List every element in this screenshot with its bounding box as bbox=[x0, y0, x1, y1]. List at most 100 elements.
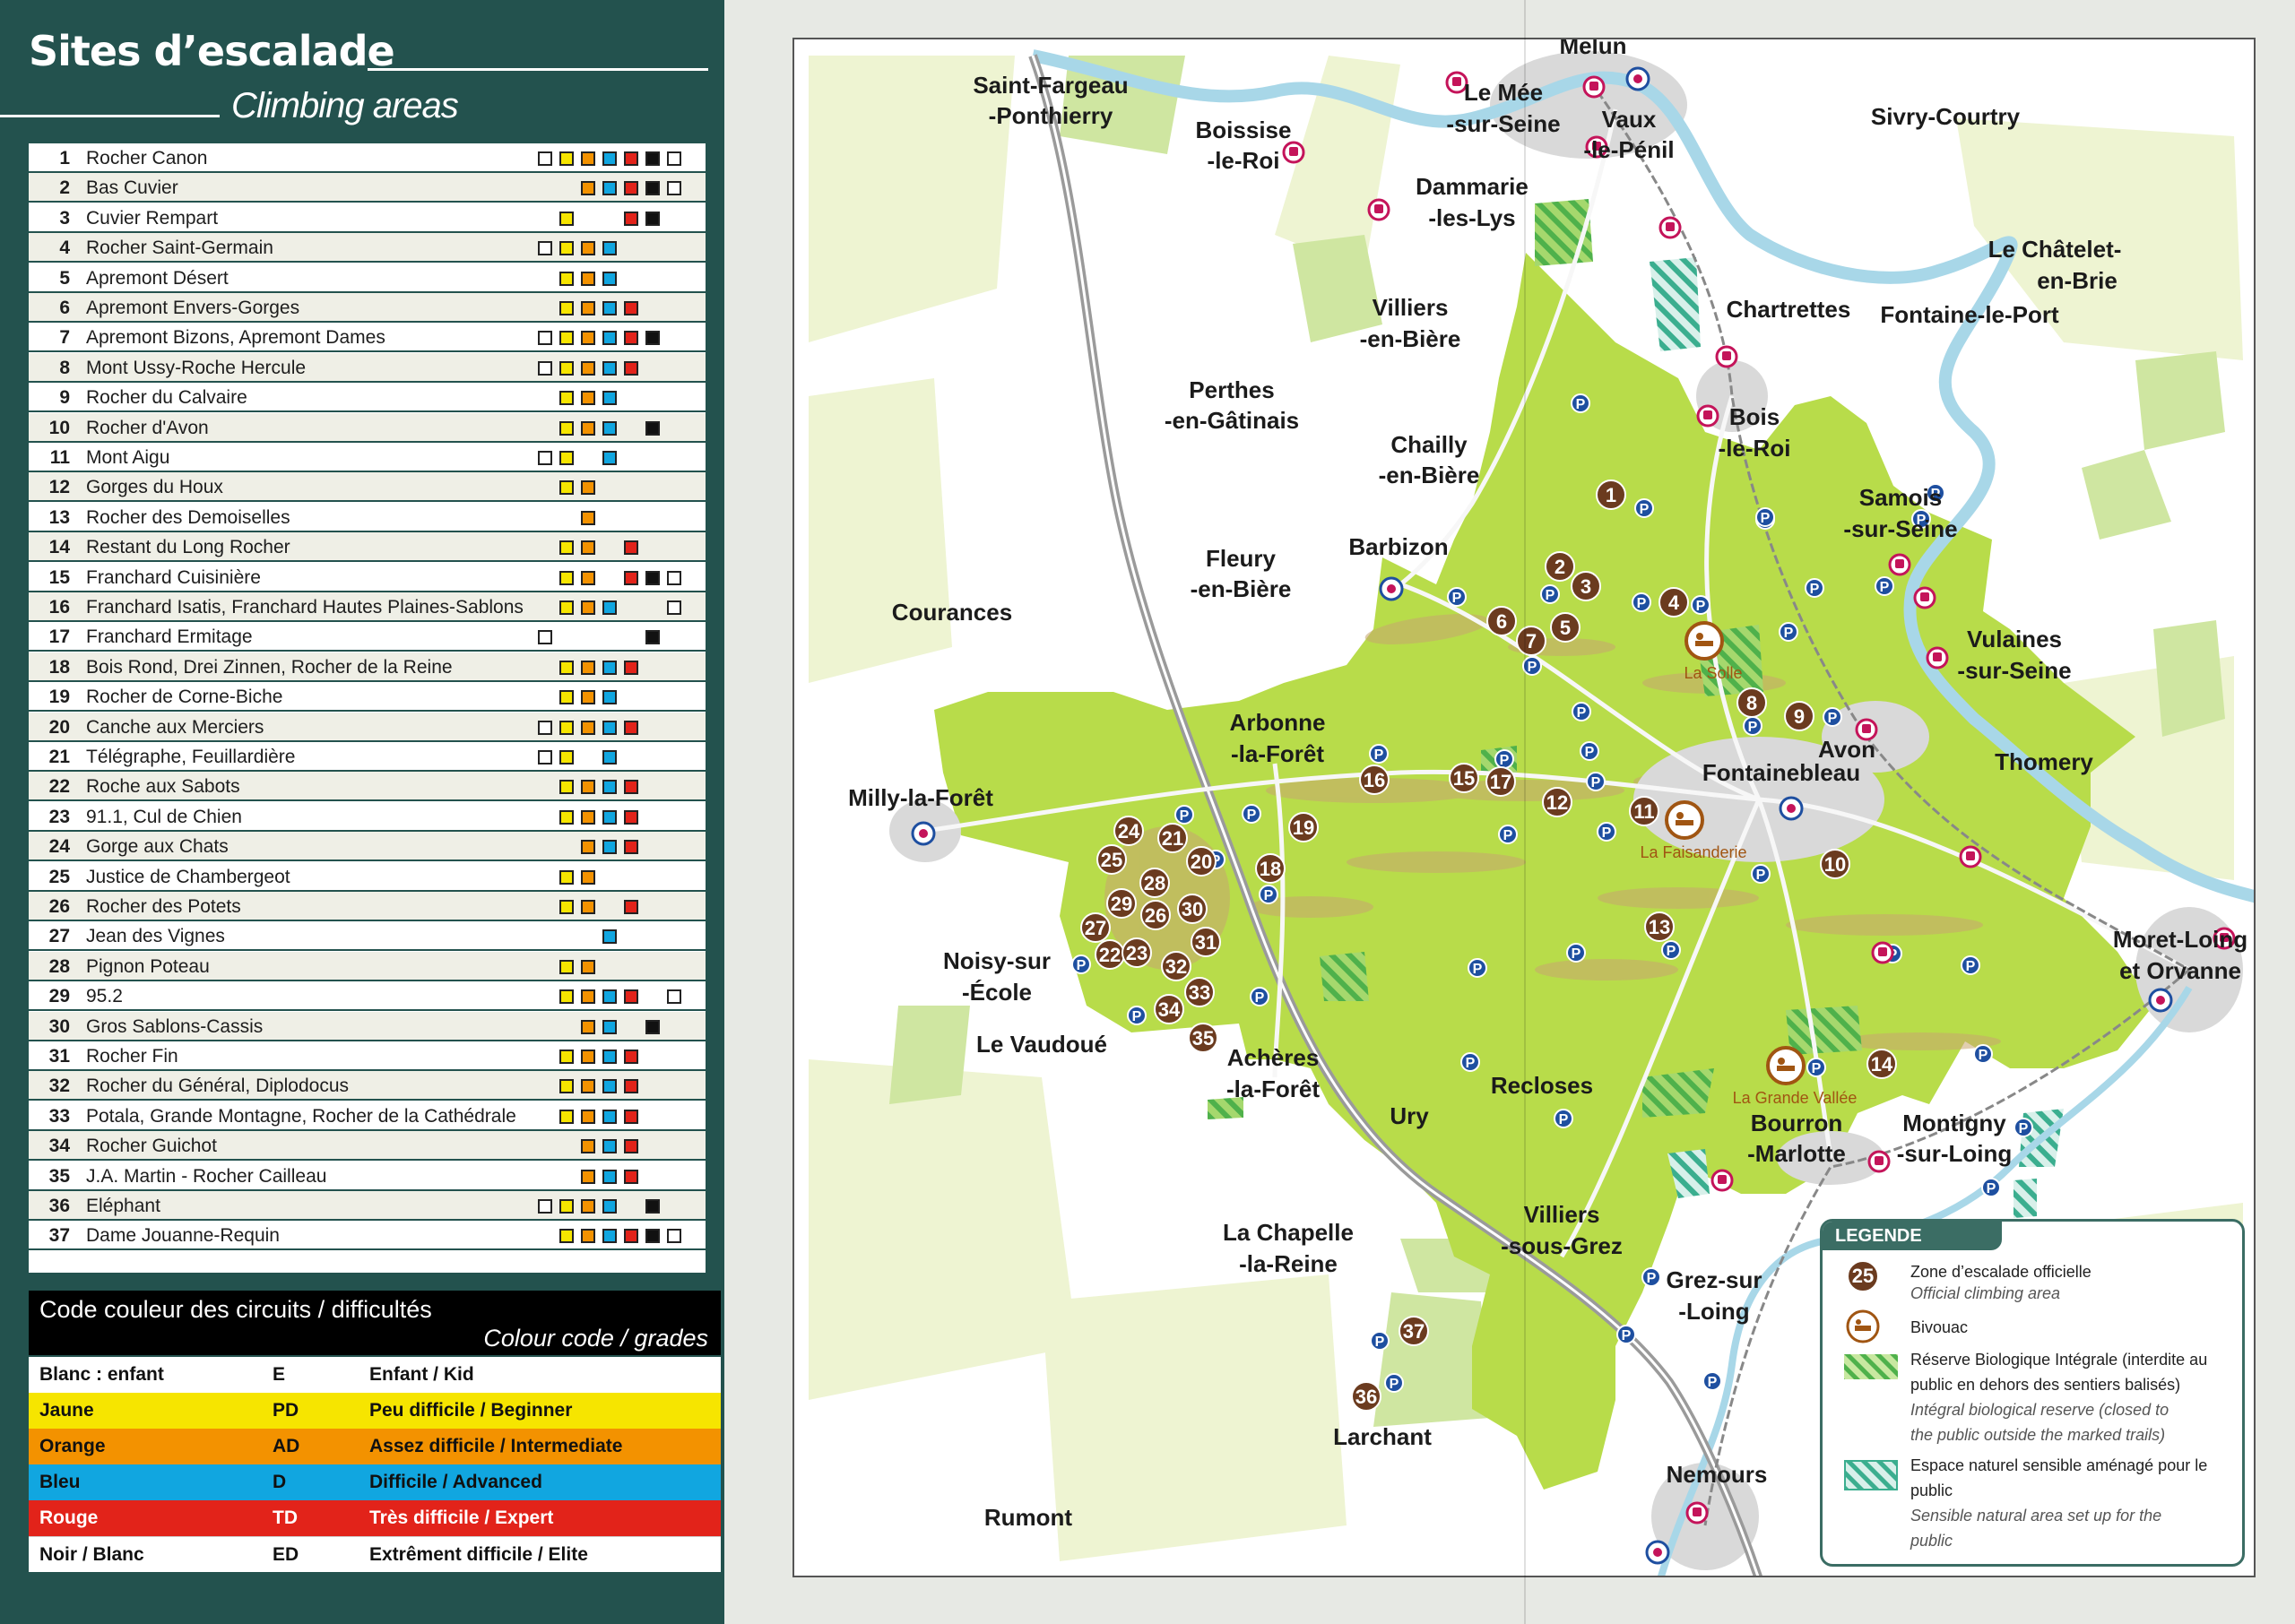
climbing-site-marker[interactable]: 1 bbox=[1596, 479, 1626, 510]
grade-square-orange bbox=[581, 360, 595, 376]
climbing-site-marker[interactable]: 24 bbox=[1113, 816, 1144, 846]
site-grade-squares bbox=[538, 420, 699, 436]
grade-square-yellow bbox=[559, 451, 574, 465]
climbing-site-marker[interactable]: 14 bbox=[1866, 1049, 1897, 1079]
climbing-site-marker[interactable]: 9 bbox=[1784, 701, 1814, 731]
site-number: 23 bbox=[48, 806, 70, 827]
grade-square-yellow bbox=[559, 391, 574, 406]
site-row: 7 Apremont Bizons, Apremont Dames bbox=[29, 323, 706, 353]
site-row: 11 Mont Aigu bbox=[29, 443, 706, 472]
climbing-site-marker[interactable]: 17 bbox=[1485, 766, 1516, 797]
svg-text:P: P bbox=[1577, 705, 1587, 721]
climbing-site-marker[interactable]: 23 bbox=[1122, 937, 1152, 968]
site-row: 5 Apremont Désert bbox=[29, 263, 706, 293]
town-label: Saint-Fargeau bbox=[973, 72, 1128, 99]
site-row: 2 Bas Cuvier bbox=[29, 173, 706, 203]
grade-square-yellow bbox=[559, 690, 574, 705]
climbing-site-marker[interactable]: 6 bbox=[1486, 606, 1517, 636]
climbing-site-marker[interactable]: 31 bbox=[1191, 927, 1221, 957]
site-name: Rocher des Demoiselles bbox=[86, 506, 290, 528]
grade-square-white bbox=[667, 151, 681, 166]
climbing-site-marker[interactable]: 13 bbox=[1644, 911, 1675, 942]
climbing-site-marker[interactable]: 27 bbox=[1080, 912, 1111, 943]
site-grade-squares bbox=[538, 1229, 699, 1244]
grade-square-yellow bbox=[559, 241, 574, 256]
parking-icon: P bbox=[1540, 584, 1560, 604]
climbing-site-marker[interactable]: 8 bbox=[1736, 687, 1767, 718]
site-name: Rocher du Calvaire bbox=[86, 387, 247, 409]
svg-text:P: P bbox=[1602, 825, 1612, 841]
climbing-site-marker[interactable]: 36 bbox=[1351, 1381, 1381, 1412]
page-title: Sites d’escalade bbox=[29, 27, 395, 75]
climbing-site-marker[interactable]: 33 bbox=[1184, 977, 1215, 1007]
legend-title: LEGENDE bbox=[1823, 1222, 2002, 1250]
climbing-site-marker[interactable]: 7 bbox=[1516, 626, 1546, 656]
train-station-icon bbox=[1367, 198, 1390, 221]
grade-square-yellow bbox=[559, 301, 574, 315]
rer-station-icon bbox=[1645, 1540, 1670, 1565]
climbing-site-marker[interactable]: 32 bbox=[1161, 951, 1191, 981]
climbing-site-marker[interactable]: 2 bbox=[1545, 551, 1575, 582]
climbing-site-marker[interactable]: 11 bbox=[1629, 796, 1659, 826]
site-grade-squares bbox=[538, 151, 699, 166]
site-number: 17 bbox=[48, 626, 70, 648]
climbing-site-marker[interactable]: 22 bbox=[1095, 939, 1125, 970]
svg-text:P: P bbox=[1591, 775, 1601, 790]
svg-text:P: P bbox=[1784, 626, 1794, 641]
site-row: 34 Rocher Guichot bbox=[29, 1131, 706, 1162]
site-row: 24 Gorge aux Chats bbox=[29, 832, 706, 862]
climbing-site-marker[interactable]: 35 bbox=[1188, 1023, 1218, 1053]
grade-square-yellow bbox=[559, 151, 574, 166]
site-number: 3 bbox=[59, 207, 70, 229]
climbing-site-marker[interactable]: 16 bbox=[1359, 764, 1390, 795]
climbing-site-marker[interactable]: 10 bbox=[1820, 849, 1850, 879]
climbing-site-marker[interactable]: 3 bbox=[1571, 571, 1601, 601]
grade-square-orange bbox=[581, 241, 595, 256]
climbing-site-marker[interactable]: 34 bbox=[1154, 994, 1184, 1024]
town-label: -en-Bière bbox=[1191, 575, 1292, 602]
grade-square-orange bbox=[581, 391, 595, 406]
town-label: Achères bbox=[1227, 1044, 1320, 1071]
town-label: Arbonne bbox=[1230, 709, 1326, 736]
parking-icon: P bbox=[1468, 958, 1487, 978]
climbing-site-marker[interactable]: 15 bbox=[1449, 763, 1479, 793]
svg-text:P: P bbox=[1503, 828, 1513, 843]
climbing-site-marker[interactable]: 19 bbox=[1288, 812, 1319, 842]
site-name: Cuvier Rempart bbox=[86, 207, 219, 229]
climbing-site-marker[interactable]: 20 bbox=[1186, 846, 1217, 877]
climbing-site-marker[interactable]: 37 bbox=[1399, 1316, 1429, 1346]
grade-square-blue bbox=[602, 1079, 617, 1094]
svg-text:P: P bbox=[1528, 660, 1537, 675]
grade-square-blue bbox=[602, 660, 617, 675]
climbing-site-marker[interactable]: 21 bbox=[1157, 823, 1188, 853]
parking-icon: P bbox=[1961, 955, 1980, 975]
site-grade-squares bbox=[538, 510, 699, 525]
site-grade-squares bbox=[538, 480, 699, 496]
grade-square-blue bbox=[602, 451, 617, 465]
site-number: 1 bbox=[59, 148, 70, 168]
train-station-icon bbox=[1715, 345, 1738, 368]
climbing-site-marker[interactable]: 26 bbox=[1140, 900, 1171, 930]
town-label: Chailly bbox=[1390, 431, 1468, 458]
town-label: Chartrettes bbox=[1727, 296, 1851, 323]
climbing-site-marker[interactable]: 18 bbox=[1255, 853, 1286, 884]
climbing-site-marker[interactable]: 12 bbox=[1542, 787, 1572, 817]
site-grade-squares bbox=[538, 451, 699, 465]
climbing-site-marker[interactable]: 30 bbox=[1177, 894, 1208, 924]
climbing-site-marker[interactable]: 4 bbox=[1658, 587, 1689, 618]
grade-square-red bbox=[624, 301, 638, 315]
climbing-site-marker[interactable]: 28 bbox=[1139, 868, 1170, 898]
bivouac-legend-icon bbox=[1846, 1309, 1880, 1343]
rer-station-icon bbox=[1625, 66, 1650, 91]
site-number: 30 bbox=[48, 1015, 70, 1037]
site-grade-squares bbox=[538, 840, 699, 855]
site-name: Gros Sablons-Cassis bbox=[86, 1015, 264, 1037]
climbing-site-marker[interactable]: 25 bbox=[1096, 844, 1127, 875]
site-name: Roche aux Sabots bbox=[86, 776, 240, 798]
svg-text:P: P bbox=[1132, 1009, 1142, 1024]
grade-square-yellow bbox=[559, 271, 574, 286]
climbing-site-marker[interactable]: 5 bbox=[1550, 612, 1581, 643]
climbing-site-marker[interactable]: 29 bbox=[1106, 888, 1137, 919]
site-row: 30 Gros Sablons-Cassis bbox=[29, 1011, 706, 1041]
grade-square-yellow bbox=[559, 750, 574, 764]
